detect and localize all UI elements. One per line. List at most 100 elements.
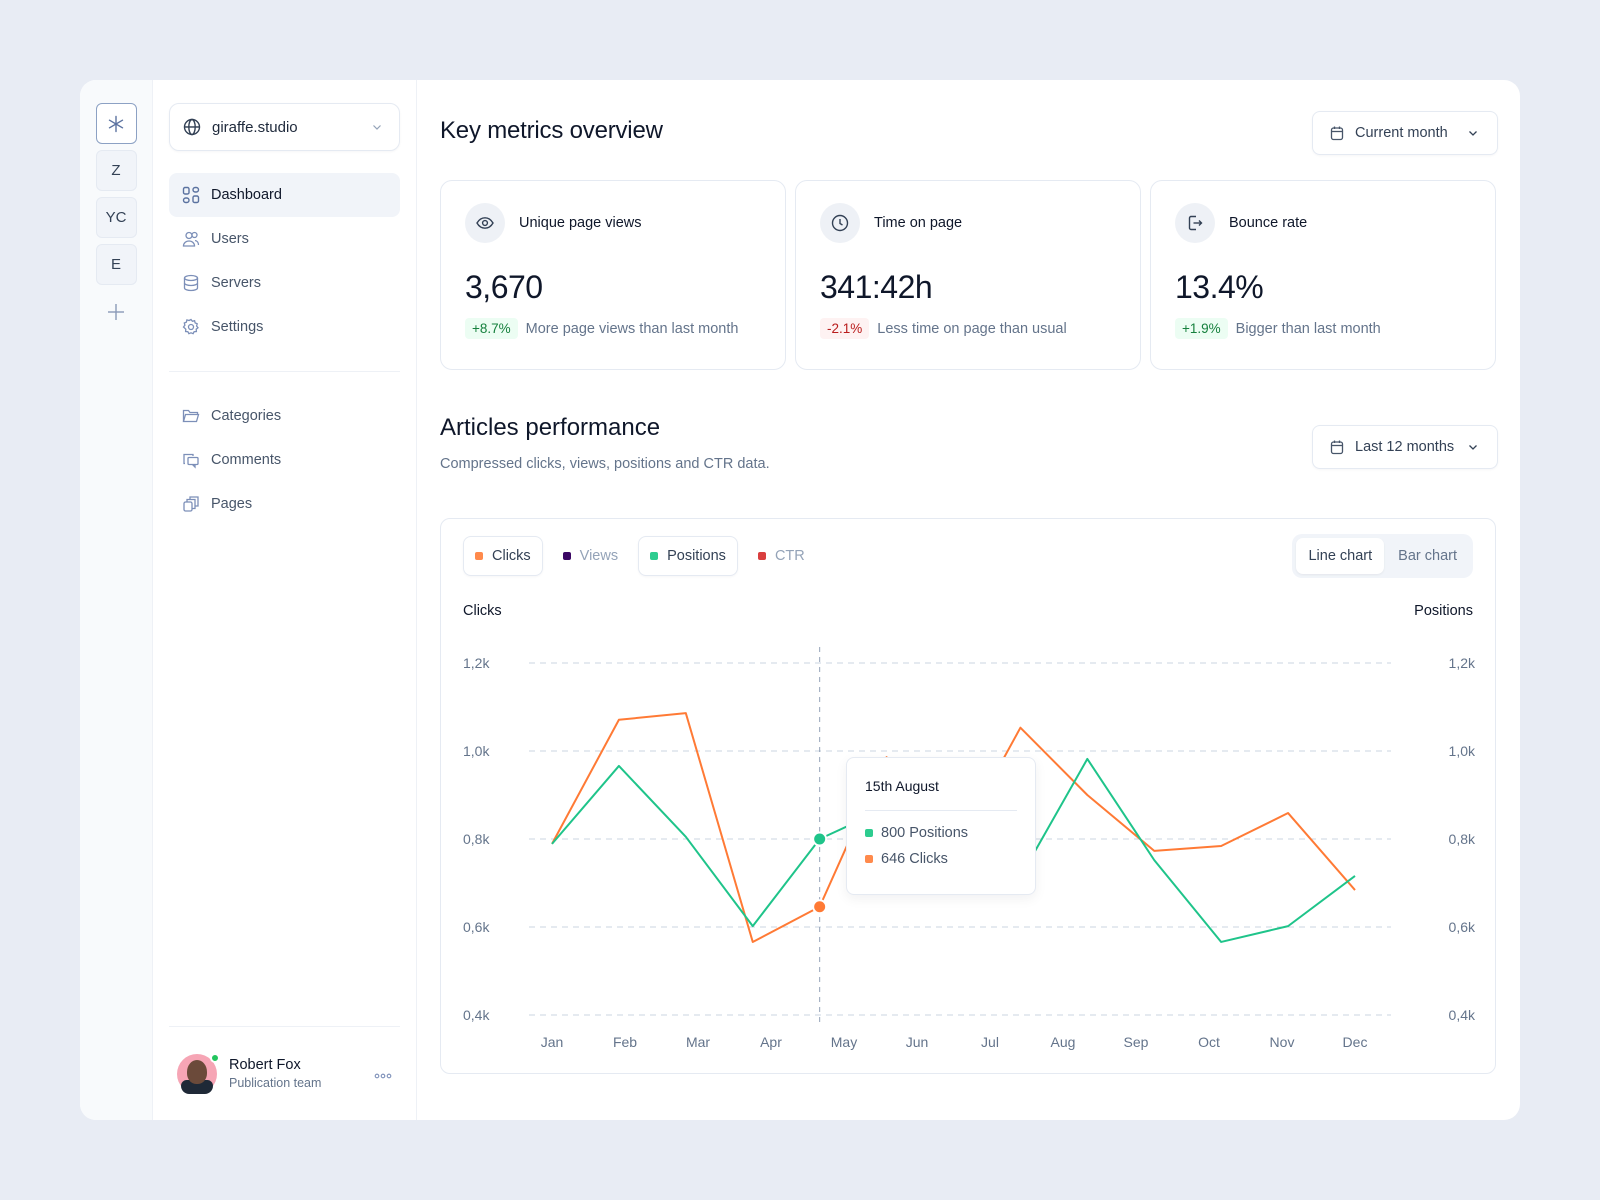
plus-icon: [106, 302, 126, 322]
sidebar-item-comments[interactable]: Comments: [169, 438, 400, 482]
metric-card-page-views: Unique page views 3,670 +8.7% More page …: [440, 180, 786, 370]
nav-divider: [169, 371, 400, 372]
x-tick-label: May: [831, 1034, 857, 1050]
x-tick-label: Aug: [1051, 1034, 1076, 1050]
database-icon: [181, 273, 201, 293]
sidebar-item-label: Comments: [211, 452, 282, 468]
primary-nav: Dashboard Users Servers Settings: [169, 173, 400, 349]
sidebar: giraffe.studio Dashboard Users Servers S…: [153, 80, 417, 1120]
performance-chart-card: Clicks Views Positions CTR Line chart Ba…: [440, 518, 1496, 1074]
chevron-down-icon: [1463, 437, 1483, 457]
metric-title: Bounce rate: [1229, 215, 1308, 231]
sidebar-item-settings[interactable]: Settings: [169, 305, 400, 349]
calendar-icon: [1327, 123, 1347, 143]
users-icon: [181, 229, 201, 249]
section-title: Articles performance: [440, 414, 661, 441]
metric-note: More page views than last month: [525, 320, 739, 337]
period-select[interactable]: Current month: [1312, 111, 1498, 155]
avatar: [177, 1052, 220, 1094]
sidebar-item-label: Dashboard: [211, 187, 282, 203]
metric-value: 13.4%: [1175, 269, 1264, 305]
user-profile[interactable]: Robert Fox Publication team: [169, 1026, 400, 1120]
rail-item-yc[interactable]: YC: [95, 197, 137, 238]
metric-title: Unique page views: [519, 215, 642, 231]
tooltip-title: 15th August: [865, 778, 939, 794]
x-tick-label: Sep: [1124, 1034, 1149, 1050]
metric-title: Time on page: [874, 215, 963, 231]
chart-tooltip: 15th August 800 Positions 646 Clicks: [846, 757, 1036, 895]
range-select[interactable]: Last 12 months: [1312, 425, 1498, 469]
range-select-value: Last 12 months: [1355, 439, 1455, 455]
sidebar-item-pages[interactable]: Pages: [169, 482, 400, 526]
sidebar-item-label: Users: [211, 231, 249, 247]
section-subtitle: Compressed clicks, views, positions and …: [440, 456, 770, 472]
workspace-select[interactable]: giraffe.studio: [169, 103, 400, 151]
rail-item-main[interactable]: [95, 103, 137, 144]
sidebar-item-label: Pages: [211, 496, 253, 512]
sidebar-item-categories[interactable]: Categories: [169, 394, 400, 438]
rail-item-z[interactable]: Z: [95, 150, 137, 191]
main-content: Key metrics overview Current month Uniqu…: [417, 80, 1520, 1120]
chevron-down-icon: [1463, 123, 1483, 143]
metric-cards: Unique page views 3,670 +8.7% More page …: [440, 180, 1496, 370]
sidebar-item-users[interactable]: Users: [169, 217, 400, 261]
workspace-rail: Z YC E: [80, 80, 153, 1120]
y-tick-left: 1,2k: [463, 655, 490, 671]
folder-icon: [181, 406, 201, 426]
x-tick-label: Dec: [1343, 1034, 1368, 1050]
metric-value: 341:42h: [820, 269, 933, 305]
user-role: Publication team: [229, 1076, 322, 1090]
metric-card-bounce-rate: Bounce rate 13.4% +1.9% Bigger than last…: [1150, 180, 1496, 370]
y-tick-left: 0,6k: [463, 919, 490, 935]
metric-delta-badge: +1.9%: [1175, 318, 1228, 339]
calendar-icon: [1327, 437, 1347, 457]
grid-icon: [181, 185, 201, 205]
y-tick-right: 0,6k: [1449, 919, 1476, 935]
period-select-value: Current month: [1355, 125, 1448, 141]
eye-icon: [465, 203, 505, 243]
sidebar-item-dashboard[interactable]: Dashboard: [169, 173, 400, 217]
online-status-dot: [210, 1052, 220, 1063]
more-options-icon[interactable]: [374, 1066, 392, 1082]
highlight-point-clicks: [812, 899, 828, 915]
asterisk-icon: [106, 114, 126, 134]
rail-item-e[interactable]: E: [95, 244, 137, 285]
sidebar-item-label: Servers: [211, 275, 261, 291]
x-tick-label: Oct: [1198, 1034, 1220, 1050]
metric-note: Less time on page than usual: [877, 320, 1067, 337]
x-tick-label: Jun: [906, 1034, 929, 1050]
logout-icon: [1175, 203, 1215, 243]
sidebar-item-label: Categories: [211, 408, 282, 424]
clock-icon: [820, 203, 860, 243]
sidebar-item-label: Settings: [211, 319, 264, 335]
tooltip-row-positions: 800 Positions: [865, 825, 1017, 841]
y-tick-right: 0,8k: [1449, 831, 1476, 847]
globe-icon: [182, 117, 202, 137]
metric-delta-badge: -2.1%: [820, 318, 870, 339]
x-tick-label: Apr: [760, 1034, 782, 1050]
metric-delta-badge: +8.7%: [465, 318, 518, 339]
x-tick-label: Feb: [613, 1034, 637, 1050]
x-tick-label: Mar: [686, 1034, 710, 1050]
y-tick-right: 0,4k: [1449, 1007, 1476, 1023]
app-window: Z YC E giraffe.studio Dashboard Users Se…: [80, 80, 1520, 1120]
x-tick-label: Jan: [541, 1034, 564, 1050]
page-title: Key metrics overview: [440, 117, 663, 144]
add-workspace-button[interactable]: [96, 291, 137, 332]
tooltip-row-clicks: 646 Clicks: [865, 851, 1017, 867]
secondary-nav: Categories Comments Pages: [169, 394, 400, 526]
gear-icon: [181, 317, 201, 337]
y-tick-right: 1,2k: [1449, 655, 1476, 671]
sidebar-item-servers[interactable]: Servers: [169, 261, 400, 305]
highlight-point-positions: [812, 831, 828, 847]
user-name: Robert Fox: [229, 1057, 301, 1073]
y-tick-right: 1,0k: [1449, 743, 1476, 759]
pages-icon: [181, 494, 201, 514]
y-tick-left: 1,0k: [463, 743, 490, 759]
metric-value: 3,670: [465, 269, 543, 305]
y-tick-left: 0,4k: [463, 1007, 490, 1023]
workspace-name: giraffe.studio: [212, 118, 298, 136]
metric-card-time-on-page: Time on page 341:42h -2.1% Less time on …: [795, 180, 1141, 370]
x-tick-label: Jul: [981, 1034, 999, 1050]
metric-note: Bigger than last month: [1235, 320, 1381, 337]
